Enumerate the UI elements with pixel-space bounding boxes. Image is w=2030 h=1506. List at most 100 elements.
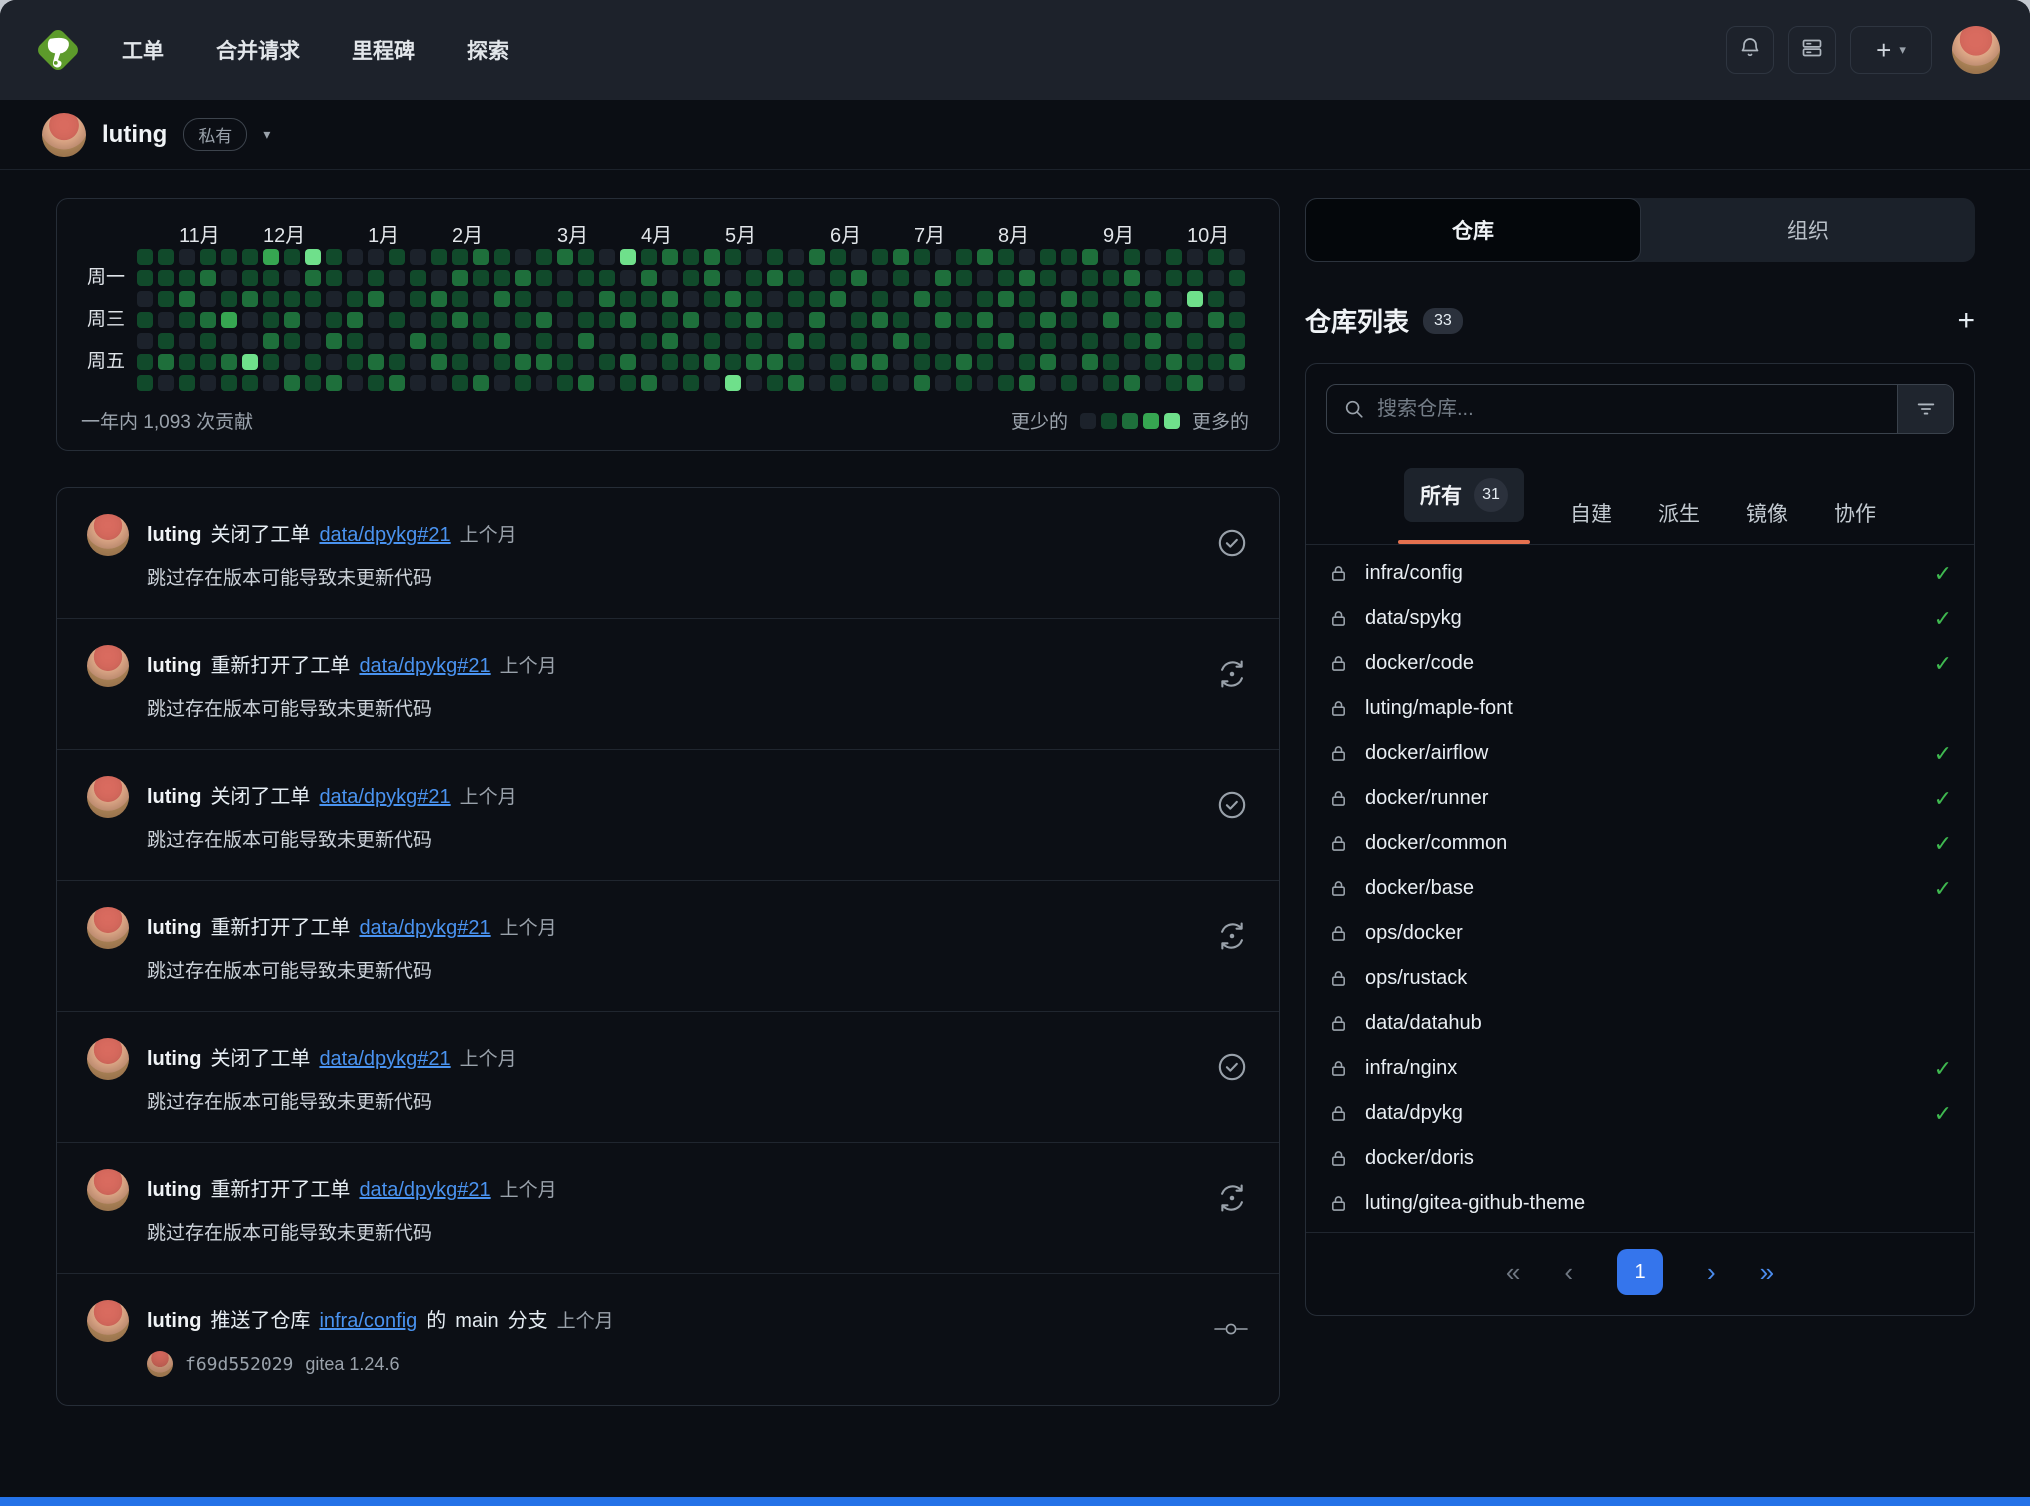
heatmap-cell[interactable] [326,249,342,265]
pagination-page-1[interactable]: 1 [1617,1249,1663,1295]
heatmap-cell[interactable] [1187,249,1203,265]
repo-filter-自建[interactable]: 自建 [1564,486,1618,544]
heatmap-cell[interactable] [914,312,930,328]
heatmap-cell[interactable] [305,291,321,307]
heatmap-cell[interactable] [578,291,594,307]
heatmap-cell[interactable] [494,354,510,370]
heatmap-cell[interactable] [494,270,510,286]
heatmap-cell[interactable] [998,270,1014,286]
heatmap-cell[interactable] [221,312,237,328]
repo-name-link[interactable]: docker/common [1365,832,1507,855]
heatmap-cell[interactable] [620,270,636,286]
heatmap-cell[interactable] [1082,333,1098,349]
repo-filter-协作[interactable]: 协作 [1828,486,1882,544]
heatmap-cell[interactable] [557,249,573,265]
heatmap-cell[interactable] [1145,270,1161,286]
heatmap-cell[interactable] [1229,333,1245,349]
issue-link[interactable]: data/dpykg#21 [319,524,450,547]
avatar[interactable] [87,1169,129,1211]
heatmap-cell[interactable] [368,291,384,307]
heatmap-cell[interactable] [578,249,594,265]
repo-row[interactable]: data/dpykg✓ [1306,1091,1974,1136]
heatmap-cell[interactable] [683,333,699,349]
repo-row[interactable]: docker/common✓ [1306,821,1974,866]
heatmap-cell[interactable] [872,375,888,391]
heatmap-cell[interactable] [431,375,447,391]
heatmap-cell[interactable] [305,270,321,286]
heatmap-cell[interactable] [872,354,888,370]
heatmap-cell[interactable] [1061,333,1077,349]
heatmap-cell[interactable] [473,249,489,265]
heatmap-cell[interactable] [452,333,468,349]
heatmap-cell[interactable] [1103,249,1119,265]
pagination-prev[interactable]: ‹ [1564,1257,1573,1288]
ci-success-check-icon[interactable]: ✓ [1934,786,1952,812]
heatmap-cell[interactable] [305,333,321,349]
ci-success-check-icon[interactable]: ✓ [1934,561,1952,587]
heatmap-cell[interactable] [851,333,867,349]
heatmap-cell[interactable] [473,333,489,349]
heatmap-cell[interactable] [557,333,573,349]
add-repo-button[interactable]: + [1957,306,1975,336]
heatmap-cell[interactable] [830,333,846,349]
heatmap-cell[interactable] [1103,375,1119,391]
heatmap-cell[interactable] [536,249,552,265]
heatmap-cell[interactable] [599,333,615,349]
heatmap-cell[interactable] [431,291,447,307]
heatmap-cell[interactable] [1229,375,1245,391]
profile-avatar[interactable] [42,113,86,157]
heatmap-cell[interactable] [998,375,1014,391]
heatmap-cell[interactable] [704,291,720,307]
heatmap-cell[interactable] [452,291,468,307]
heatmap-cell[interactable] [872,291,888,307]
repo-row[interactable]: docker/base✓ [1306,866,1974,911]
heatmap-cell[interactable] [305,354,321,370]
heatmap-cell[interactable] [200,312,216,328]
issue-link[interactable]: data/dpykg#21 [319,786,450,809]
heatmap-cell[interactable] [1166,270,1182,286]
heatmap-cell[interactable] [977,270,993,286]
heatmap-cell[interactable] [599,270,615,286]
heatmap-cell[interactable] [767,312,783,328]
heatmap-cell[interactable] [389,375,405,391]
heatmap-cell[interactable] [704,375,720,391]
heatmap-cell[interactable] [494,333,510,349]
repo-name-link[interactable]: infra/nginx [1365,1057,1457,1080]
repo-filter-所有[interactable]: 所有31 [1398,456,1530,544]
heatmap-cell[interactable] [452,354,468,370]
heatmap-cell[interactable] [1124,375,1140,391]
heatmap-cell[interactable] [326,312,342,328]
heatmap-cell[interactable] [872,333,888,349]
heatmap-cell[interactable] [767,291,783,307]
heatmap-cell[interactable] [389,291,405,307]
heatmap-cell[interactable] [284,291,300,307]
heatmap-cell[interactable] [725,333,741,349]
heatmap-cell[interactable] [1061,291,1077,307]
heatmap-cell[interactable] [1145,312,1161,328]
heatmap-cell[interactable] [725,291,741,307]
heatmap-cell[interactable] [368,354,384,370]
heatmap-cell[interactable] [746,270,762,286]
heatmap-cell[interactable] [641,375,657,391]
heatmap-cell[interactable] [1124,291,1140,307]
heatmap-cell[interactable] [221,291,237,307]
heatmap-cell[interactable] [830,249,846,265]
heatmap-grid[interactable] [137,249,1245,391]
heatmap-cell[interactable] [1082,249,1098,265]
heatmap-cell[interactable] [893,270,909,286]
heatmap-cell[interactable] [704,249,720,265]
heatmap-cell[interactable] [746,249,762,265]
heatmap-cell[interactable] [977,375,993,391]
heatmap-cell[interactable] [431,270,447,286]
heatmap-cell[interactable] [683,249,699,265]
heatmap-cell[interactable] [1082,354,1098,370]
heatmap-cell[interactable] [200,270,216,286]
heatmap-cell[interactable] [1019,249,1035,265]
heatmap-cell[interactable] [557,270,573,286]
heatmap-cell[interactable] [1103,270,1119,286]
actor-link[interactable]: luting [147,1310,201,1333]
heatmap-cell[interactable] [389,249,405,265]
heatmap-cell[interactable] [1124,270,1140,286]
heatmap-cell[interactable] [662,291,678,307]
ci-success-check-icon[interactable]: ✓ [1934,1101,1952,1127]
